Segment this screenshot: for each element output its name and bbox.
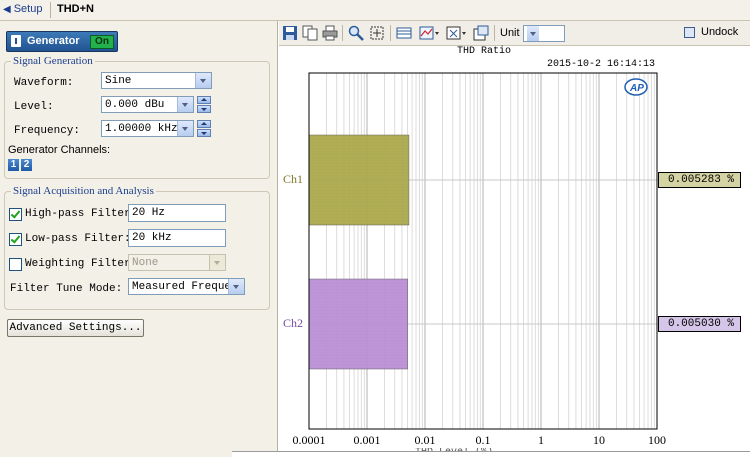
tune-mode-value: Measured Frequenc [132, 281, 230, 293]
generator-icon [11, 35, 21, 47]
x-tick-label: 0.0001 [292, 433, 326, 447]
setup-back-link[interactable]: ◀ Setup [3, 3, 42, 15]
chevron-down-icon[interactable] [195, 73, 211, 88]
weighting-label: Weighting Filter: [25, 258, 138, 270]
frequency-label: Frequency: [14, 125, 81, 137]
ch2-label: Ch2 [283, 316, 304, 330]
chart-title: THD Ratio [456, 46, 511, 57]
thd-ratio-chart: AP [308, 72, 658, 430]
weighting-checkbox[interactable] [9, 258, 22, 271]
ch1-readout: 0.005283 % [658, 172, 741, 188]
lowpass-label: Low-pass Filter: [25, 233, 131, 245]
channel-2-button[interactable]: 2 [21, 159, 32, 171]
ch2-readout: 0.005030 % [658, 316, 741, 332]
results-panel: Unit % Undock AP THD Ratio 2015-10-2 16:… [279, 21, 750, 457]
highpass-input[interactable]: 20 Hz [128, 204, 226, 222]
lowpass-input[interactable]: 20 kHz [128, 229, 226, 247]
acquisition-title: Signal Acquisition and Analysis [11, 185, 156, 197]
lowpass-value: 20 kHz [132, 232, 172, 244]
generator-channels-label: Generator Channels: [8, 144, 111, 156]
frequency-stepper[interactable] [197, 120, 211, 137]
setup-link-label: Setup [13, 3, 43, 15]
highpass-value: 20 Hz [132, 207, 166, 219]
chevron-down-icon[interactable] [177, 121, 193, 136]
frequency-value: 1.00000 kHz [105, 123, 178, 135]
chart-timestamp: 2015-10-2 16:14:13 [547, 59, 656, 70]
chevron-down-icon[interactable] [228, 279, 244, 294]
level-input[interactable]: 0.000 dBu [101, 96, 194, 113]
back-arrow-icon: ◀ [3, 4, 11, 15]
page-title: THD+N [57, 3, 94, 15]
level-stepper[interactable] [197, 96, 211, 113]
chevron-down-icon [209, 255, 225, 270]
x-tick-label: 0.01 [414, 433, 436, 447]
waveform-value: Sine [105, 75, 132, 87]
frequency-input[interactable]: 1.00000 kHz [101, 120, 194, 137]
x-tick-label: 0.1 [475, 433, 491, 447]
x-tick-label: 100 [648, 433, 666, 447]
weighting-select: None [128, 254, 226, 271]
waveform-label: Waveform: [14, 77, 74, 89]
signal-generation-title: Signal Generation [11, 55, 95, 67]
x-tick-label: 0.001 [353, 433, 381, 447]
waveform-select[interactable]: Sine [101, 72, 212, 89]
tune-mode-label: Filter Tune Mode: [10, 283, 123, 295]
ch1-label: Ch1 [283, 172, 304, 186]
spin-up-icon[interactable] [197, 120, 211, 128]
channel-1-button[interactable]: 1 [8, 159, 19, 171]
highpass-checkbox[interactable] [9, 208, 22, 221]
level-value: 0.000 dBu [105, 99, 165, 111]
generator-on-indicator[interactable]: On [90, 35, 114, 49]
top-bar: ◀ Setup THD+N [0, 0, 750, 21]
spin-down-icon[interactable] [197, 105, 211, 113]
chevron-down-icon[interactable] [177, 97, 193, 112]
highpass-label: High-pass Filter: [25, 208, 138, 220]
advanced-settings-button[interactable]: Advanced Settings... [7, 319, 144, 337]
weighting-value: None [132, 257, 159, 269]
lowpass-checkbox[interactable] [9, 233, 22, 246]
x-tick-label: 1 [538, 433, 544, 447]
spin-up-icon[interactable] [197, 96, 211, 104]
x-tick-label: 10 [593, 433, 605, 447]
spin-down-icon[interactable] [197, 129, 211, 137]
tune-mode-select[interactable]: Measured Frequenc [128, 278, 245, 295]
ap-logo-text: AP [629, 83, 644, 94]
divider [50, 2, 51, 18]
generator-button[interactable]: Generator On [6, 31, 118, 52]
level-label: Level: [14, 101, 54, 113]
settings-panel: Generator On Signal Generation Waveform:… [0, 21, 278, 457]
generator-button-label: Generator [27, 35, 80, 47]
